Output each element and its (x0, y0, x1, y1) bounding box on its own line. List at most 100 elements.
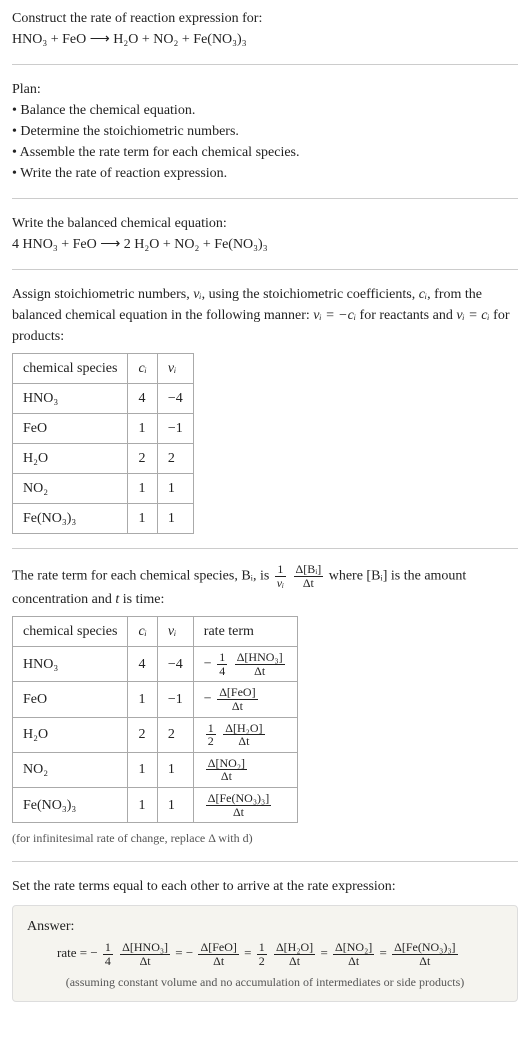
balanced-section: Write the balanced chemical equation: 4 … (12, 213, 518, 255)
divider (12, 64, 518, 65)
cell-rate: − 1 4 Δ[HNO₃] Δt (193, 647, 297, 682)
frac-den: Δt (274, 955, 315, 968)
unbalanced-equation: HNO₃ + FeO ⟶ H₂O + NO₂ + Fe(NO₃)₃ (12, 29, 518, 50)
cell-nui: 2 (157, 717, 193, 752)
cell-rate: 1 2 Δ[H₂O] Δt (193, 717, 297, 752)
stoich-table: chemical species cᵢ νᵢ HNO₃ 4 −4 FeO 1 −… (12, 353, 194, 534)
delta-frac: Δ[HNO₃] Δt (118, 941, 172, 967)
cell-species: Fe(NO₃)₃ (13, 787, 128, 822)
frac-num: Δ[Bᵢ] (294, 563, 324, 577)
frac-num: Δ[FeO] (198, 941, 238, 955)
cell-species: NO₂ (13, 752, 128, 787)
delta-frac: Δ[Fe(NO₃)₃] Δt (204, 792, 273, 818)
table-row: H₂O 2 2 1 2 Δ[H₂O] Δt (13, 717, 298, 752)
answer-label: Answer: (27, 916, 503, 937)
delta-frac: Δ[NO₂] Δt (331, 941, 376, 967)
frac-num: Δ[Fe(NO₃)₃] (392, 941, 457, 955)
table-header-row: chemical species cᵢ νᵢ (13, 354, 194, 384)
cell-nui: −4 (157, 384, 193, 414)
cell-ci: 1 (128, 682, 157, 717)
cell-species: HNO₃ (13, 647, 128, 682)
text: for reactants and (356, 308, 456, 323)
frac-den: Δt (206, 806, 271, 819)
cell-nui: −1 (157, 682, 193, 717)
cell-ci: 1 (128, 752, 157, 787)
rel-prod: νᵢ = cᵢ (456, 308, 489, 323)
frac-den: Δt (206, 770, 247, 783)
eq-sep: = (244, 945, 255, 960)
nu-i: νᵢ (193, 287, 201, 302)
frac-den: Δt (120, 955, 170, 968)
delta-frac: Δ[NO₂] Δt (204, 757, 249, 783)
cell-rate: − Δ[FeO] Δt (193, 682, 297, 717)
plan-section: Plan: • Balance the chemical equation. •… (12, 79, 518, 184)
text: Assign stoichiometric numbers, (12, 287, 193, 302)
frac-den: Δt (333, 955, 374, 968)
frac-den: Δt (223, 735, 264, 748)
cell-species: FeO (13, 682, 128, 717)
frac-num: Δ[H₂O] (274, 941, 315, 955)
text: is time: (119, 592, 164, 607)
frac-num: Δ[HNO₃] (235, 651, 285, 665)
frac-num: Δ[H₂O] (223, 722, 264, 736)
delta-frac: Δ[H₂O] Δt (221, 722, 266, 748)
delta-frac: Δ[FeO] Δt (215, 686, 259, 712)
cell-species: H₂O (13, 717, 128, 752)
cell-species: H₂O (13, 444, 128, 474)
eq-sep: = (380, 945, 391, 960)
plan-item: • Assemble the rate term for each chemic… (12, 142, 518, 163)
frac-1-over-nu: 1 νᵢ (273, 563, 288, 589)
eq-sep: = (320, 945, 331, 960)
rel-react: νᵢ = −cᵢ (313, 308, 356, 323)
frac-den: νᵢ (275, 577, 286, 590)
cell-nui: 1 (157, 787, 193, 822)
cell-nui: 2 (157, 444, 193, 474)
rateterm-table: chemical species cᵢ νᵢ rate term HNO₃ 4 … (12, 616, 298, 823)
col-ci: cᵢ (128, 354, 157, 384)
cell-nui: −1 (157, 414, 193, 444)
prompt-title: Construct the rate of reaction expressio… (12, 8, 518, 29)
delta-frac: Δ[Fe(NO₃)₃] Δt (390, 941, 459, 967)
plan-title: Plan: (12, 79, 518, 100)
balanced-equation: 4 HNO₃ + FeO ⟶ 2 H₂O + NO₂ + Fe(NO₃)₃ (12, 234, 518, 255)
frac-den: 2 (257, 955, 267, 968)
final-intro: Set the rate terms equal to each other t… (12, 876, 518, 897)
frac-den: Δt (198, 955, 238, 968)
cell-nui: 1 (157, 474, 193, 504)
eq-sep: = (175, 945, 186, 960)
cell-ci: 1 (128, 474, 157, 504)
frac-num: Δ[FeO] (217, 686, 257, 700)
frac-den: 2 (206, 735, 216, 748)
delta-frac: Δ[HNO₃] Δt (233, 651, 287, 677)
frac-num: Δ[NO₂] (206, 757, 247, 771)
frac-num: Δ[Fe(NO₃)₃] (206, 792, 271, 806)
answer-box: Answer: rate = − 1 4 Δ[HNO₃] Δt = − Δ[Fe… (12, 905, 518, 1002)
frac-den: 4 (217, 665, 227, 678)
table-row: NO₂ 1 1 Δ[NO₂] Δt (13, 752, 298, 787)
coef-frac: 1 2 (255, 941, 269, 967)
sign: − (90, 945, 97, 960)
cell-species: FeO (13, 414, 128, 444)
frac-num: 1 (257, 941, 267, 955)
text: , using the stoichiometric coefficients, (202, 287, 419, 302)
frac-den: Δt (392, 955, 457, 968)
frac-dB-dt: Δ[Bᵢ] Δt (292, 563, 326, 589)
frac-num: 1 (217, 651, 227, 665)
coef-frac: 1 2 (204, 722, 218, 748)
divider (12, 861, 518, 862)
col-ci: cᵢ (128, 617, 157, 647)
rate-expression: rate = − 1 4 Δ[HNO₃] Δt = − Δ[FeO] Δt = … (27, 941, 503, 967)
rate-label: rate = (57, 945, 90, 960)
delta-frac: Δ[FeO] Δt (196, 941, 240, 967)
frac-num: 1 (275, 563, 286, 577)
cell-species: Fe(NO₃)₃ (13, 504, 128, 534)
sign: − (204, 692, 212, 707)
sign: − (186, 945, 193, 960)
stoich-intro: Assign stoichiometric numbers, νᵢ, using… (12, 284, 518, 347)
frac-num: Δ[NO₂] (333, 941, 374, 955)
cell-ci: 1 (128, 414, 157, 444)
cell-nui: 1 (157, 752, 193, 787)
frac-den: Δt (217, 700, 257, 713)
sign: − (204, 657, 212, 672)
divider (12, 269, 518, 270)
